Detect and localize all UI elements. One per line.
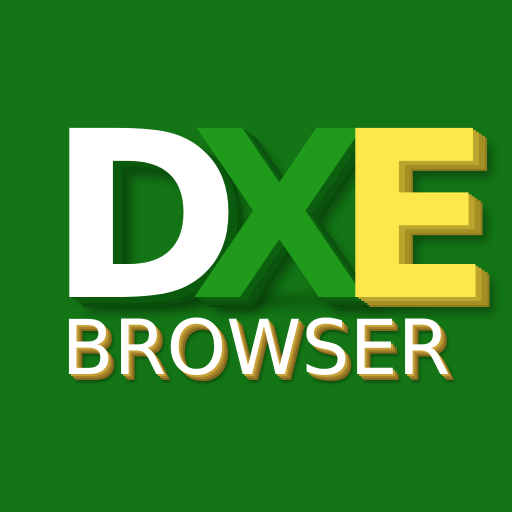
logo-letter-e: E [334, 82, 493, 352]
logo-letter-d: D [48, 82, 241, 352]
logo-letter-x: X [190, 82, 369, 352]
logo-subtitle: BROWSER [61, 303, 451, 392]
app-icon: D X E BROWSER [0, 0, 512, 512]
dxe-browser-logo: D X E BROWSER [0, 0, 512, 512]
